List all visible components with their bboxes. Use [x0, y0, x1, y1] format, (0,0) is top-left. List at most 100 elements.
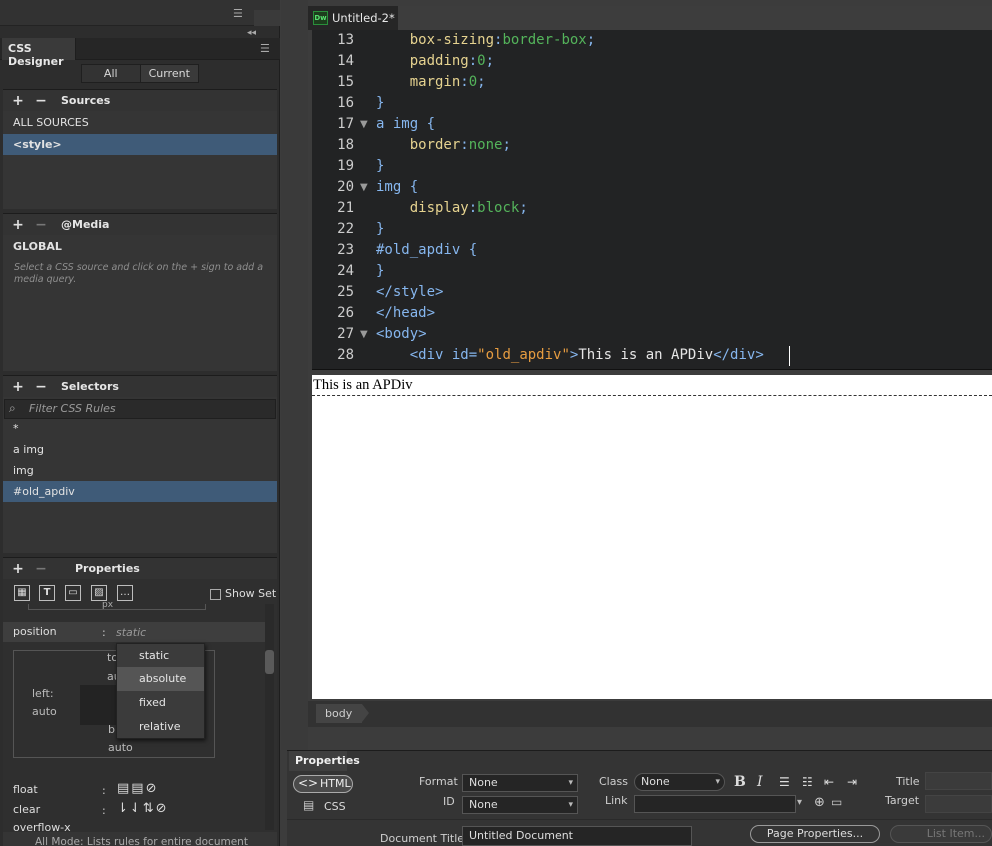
css-value: border-box	[502, 32, 587, 48]
gutter-top	[254, 10, 280, 26]
list-item-button[interactable]: List Item...	[890, 825, 992, 843]
code-line: </head>	[376, 305, 436, 321]
fold-arrow-icon[interactable]: ▼	[360, 182, 368, 193]
fold-arrow-icon[interactable]: ▼	[360, 329, 368, 340]
target-select[interactable]	[925, 795, 992, 813]
clear-options-icon[interactable]: ⇂⇃⇅⊘	[117, 801, 169, 816]
filter-css-rules-input[interactable]: Filter CSS Rules	[4, 399, 276, 419]
selector-item[interactable]: a img	[3, 439, 277, 460]
browse-folder-icon[interactable]: ▭	[831, 795, 842, 809]
toggle-current[interactable]: Current	[141, 65, 199, 82]
css-mode-button[interactable]: CSS	[324, 800, 346, 813]
format-select[interactable]: None ▾	[462, 774, 578, 792]
code-line: }	[376, 158, 385, 174]
panel-menu-icon[interactable]: ☰	[233, 7, 243, 20]
toggle-all[interactable]: All	[82, 65, 141, 82]
html-string: "old_apdiv"	[477, 347, 570, 363]
position-colon: :	[102, 626, 106, 639]
position-value[interactable]: static	[116, 626, 146, 639]
doc-title-label: Document Title	[380, 832, 465, 845]
tab-properties[interactable]: Properties	[289, 751, 360, 771]
unordered-list-icon[interactable]: ☰	[779, 775, 790, 789]
option-absolute[interactable]: absolute	[117, 667, 204, 691]
doc-title-input[interactable]: Untitled Document	[462, 826, 692, 846]
option-fixed[interactable]: fixed	[117, 691, 204, 715]
html-tag: </div>	[713, 347, 764, 363]
text-icon[interactable]: T	[39, 585, 55, 601]
link-input[interactable]	[634, 795, 796, 813]
class-value: None	[641, 775, 670, 788]
indent-icon[interactable]: ⇥	[847, 775, 857, 789]
show-set-checkbox[interactable]	[210, 589, 221, 600]
remove-source-icon[interactable]: −	[33, 93, 49, 109]
chevron-down-icon: ▾	[715, 777, 720, 787]
background-icon[interactable]: ▨	[91, 585, 107, 601]
panel-options-icon[interactable]: ☰	[260, 42, 270, 55]
tag-body[interactable]: body	[316, 704, 362, 723]
bm-bottom-value[interactable]: auto	[108, 741, 133, 754]
html-tag: <div	[409, 347, 452, 363]
status-bar: All Mode: Lists rules for entire documen…	[3, 832, 277, 846]
chevron-down-icon[interactable]: ▾	[797, 797, 802, 808]
bm-left-value[interactable]: auto	[32, 705, 57, 718]
panel-gutter	[281, 0, 308, 750]
remove-property-icon[interactable]: −	[33, 561, 49, 577]
position-dropdown: static absolute fixed relative	[116, 643, 205, 739]
italic-button[interactable]: I	[757, 774, 763, 790]
float-colon: :	[102, 784, 106, 797]
add-property-icon[interactable]: +	[10, 561, 26, 577]
fold-arrow-icon[interactable]: ▼	[360, 119, 368, 130]
source-item-all[interactable]: ALL SOURCES	[3, 112, 277, 133]
code-line: }	[376, 263, 385, 279]
page-properties-button[interactable]: Page Properties...	[750, 825, 880, 843]
line-number: 25	[337, 284, 354, 300]
line-number: 18	[337, 137, 354, 153]
selector-item-selected[interactable]: #old_apdiv	[3, 481, 277, 502]
properties-scroll-thumb[interactable]	[265, 650, 274, 674]
source-item-style[interactable]: <style>	[3, 134, 277, 155]
class-select[interactable]: None ▾	[634, 773, 725, 791]
clear-colon: :	[102, 804, 106, 817]
properties-scrollbar[interactable]	[265, 604, 274, 830]
code-line: img {	[376, 179, 419, 195]
border-icon[interactable]: ▭	[65, 585, 81, 601]
design-view[interactable]	[312, 375, 992, 699]
css-value: none	[468, 137, 503, 153]
tab-css-designer[interactable]: CSS Designer	[2, 38, 76, 68]
code-line: a img {	[376, 116, 436, 132]
code-line: border:none;	[409, 137, 511, 153]
remove-media-icon[interactable]: −	[33, 217, 49, 233]
code-line: </style>	[376, 284, 444, 300]
option-relative[interactable]: relative	[117, 715, 204, 739]
code-line: display:block;	[409, 200, 528, 216]
css-prop: padding	[409, 53, 469, 69]
view-toggle: All Current	[81, 64, 199, 83]
remove-selector-icon[interactable]: −	[33, 379, 49, 395]
add-source-icon[interactable]: +	[10, 93, 26, 109]
title-input[interactable]	[925, 772, 992, 790]
id-select[interactable]: None ▾	[462, 796, 578, 814]
layout-icon[interactable]: ▦	[14, 585, 30, 601]
add-selector-icon[interactable]: +	[10, 379, 26, 395]
add-media-icon[interactable]: +	[10, 217, 26, 233]
collapse-icon[interactable]: ◂◂	[247, 28, 256, 38]
selector-item[interactable]: *	[3, 418, 277, 439]
more-icon[interactable]: …	[117, 585, 133, 601]
selectors-header: + − Selectors	[3, 375, 277, 397]
media-global[interactable]: GLOBAL	[3, 236, 277, 257]
point-to-file-icon[interactable]: ⊕	[814, 795, 825, 810]
code-line: #old_apdiv {	[376, 242, 478, 258]
option-static[interactable]: static	[117, 644, 204, 668]
ordered-list-icon[interactable]: ☷	[802, 775, 813, 789]
line-number: 19	[337, 158, 354, 174]
id-value: None	[469, 798, 498, 811]
bold-button[interactable]: B	[734, 774, 746, 790]
line-number: 21	[337, 200, 354, 216]
document-tabbar	[308, 6, 992, 30]
apdiv-content[interactable]: This is an APDiv	[313, 377, 413, 394]
target-label: Target	[885, 794, 920, 807]
line-number: 28	[337, 347, 354, 363]
selector-item[interactable]: img	[3, 460, 277, 481]
outdent-icon[interactable]: ⇤	[824, 775, 834, 789]
float-options-icon[interactable]: ▤▤⊘	[117, 781, 158, 796]
